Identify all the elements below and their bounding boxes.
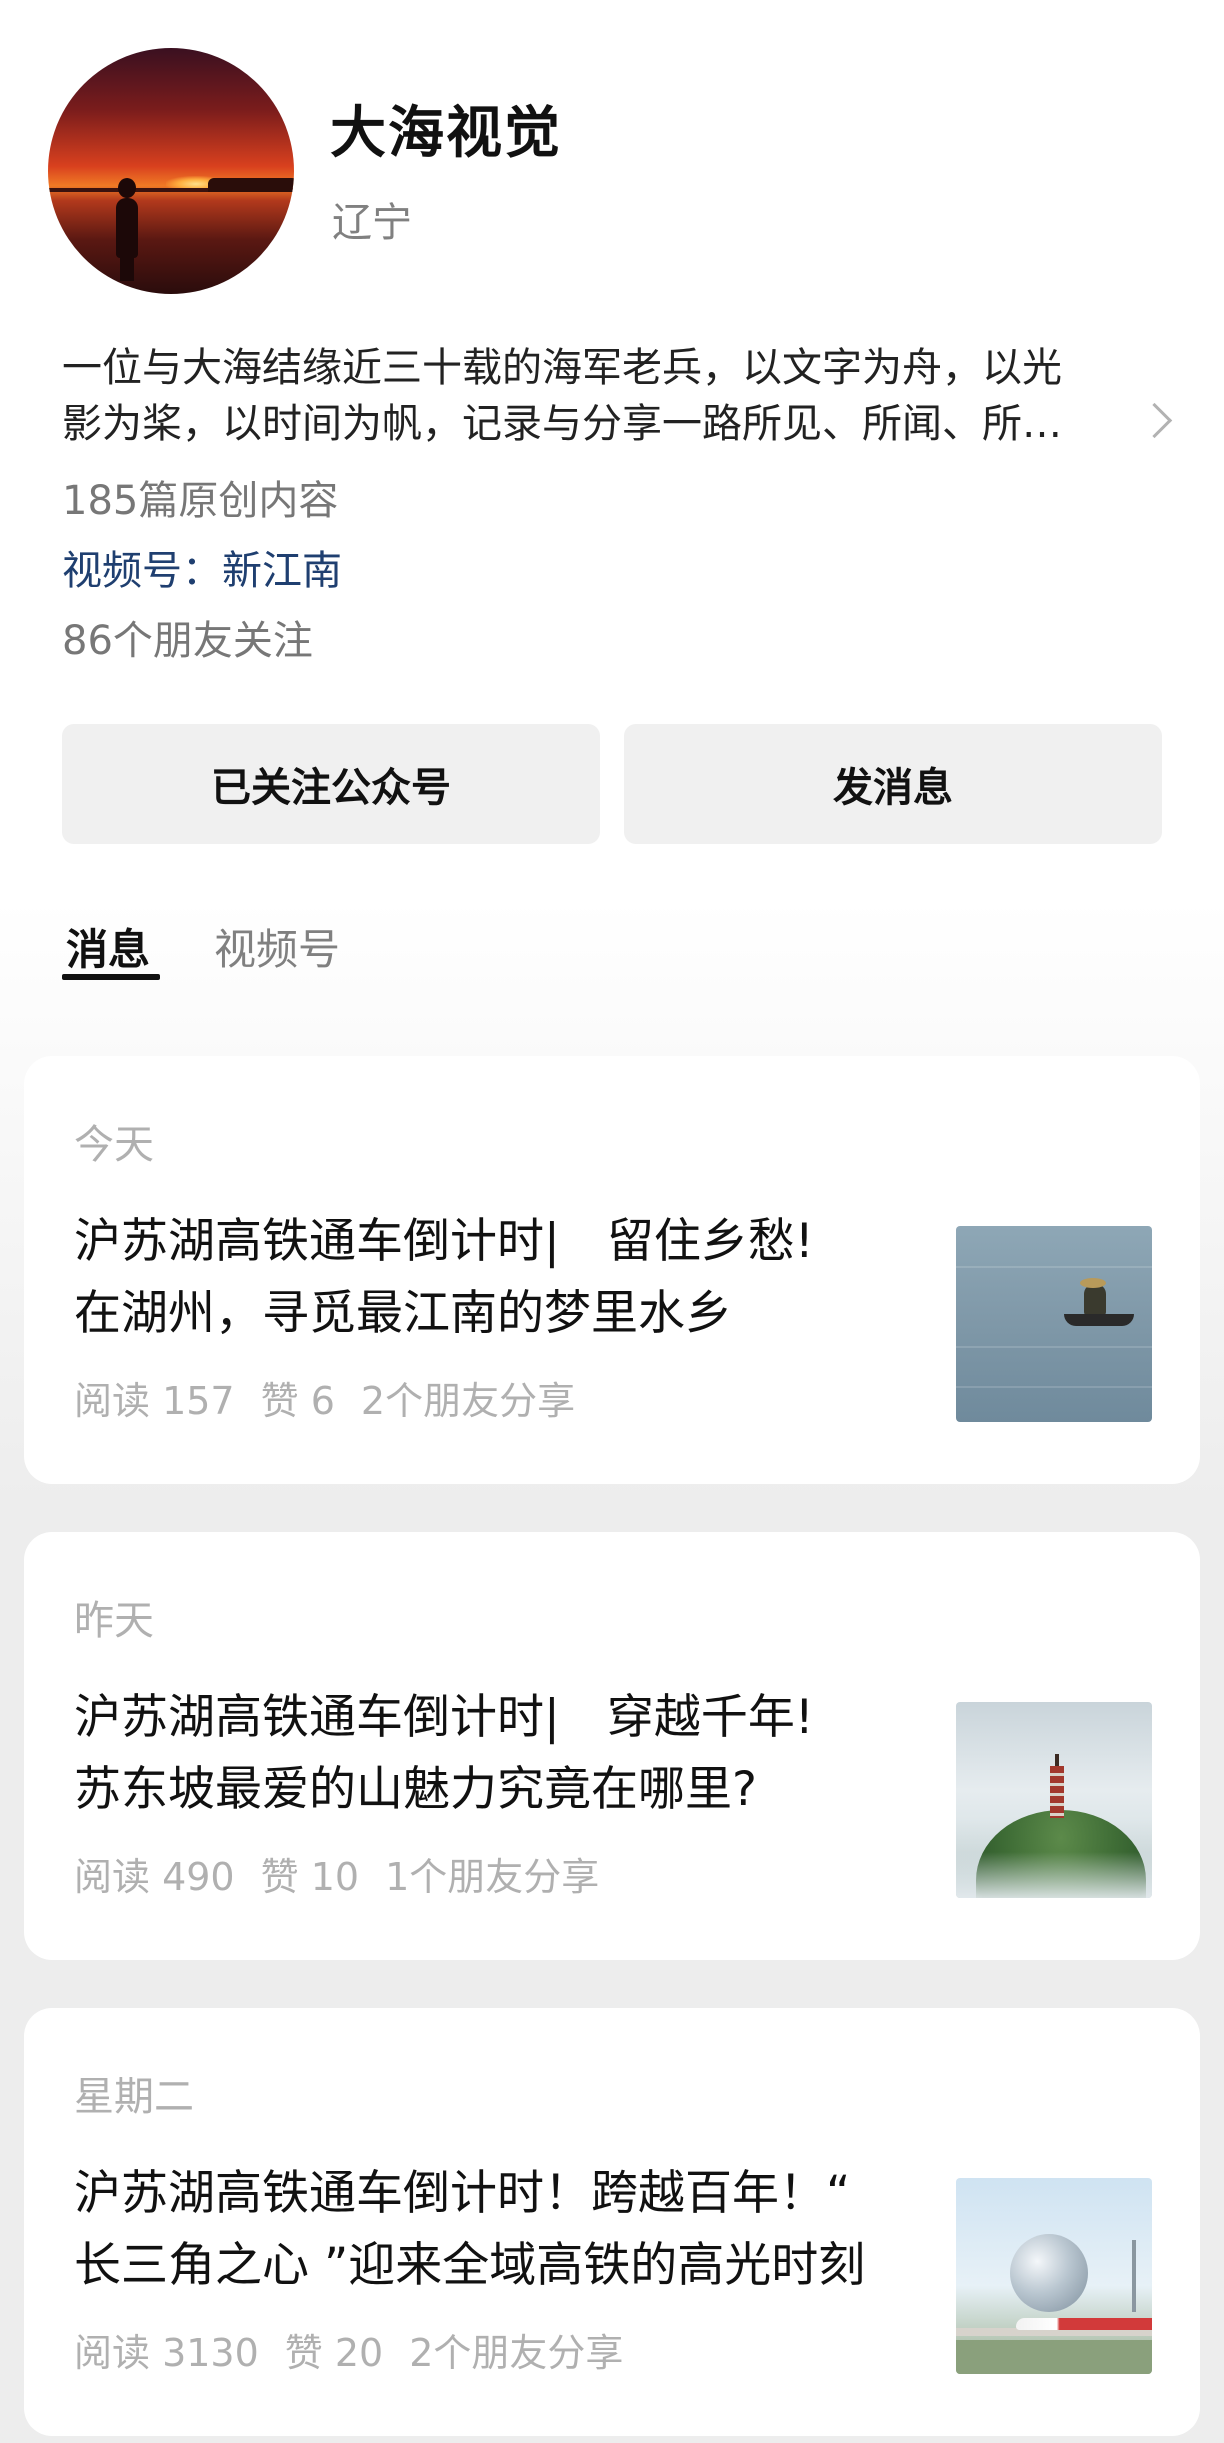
article-card[interactable]: 今天 沪苏湖高铁通车倒计时| 留住乡愁! 在湖州，寻觅最江南的梦里水乡 阅读 1…: [24, 1056, 1200, 1484]
water-ripple: [956, 1266, 1152, 1268]
article-title[interactable]: 沪苏湖高铁通车倒计时| 留住乡愁! 在湖州，寻觅最江南的梦里水乡: [74, 1206, 944, 1350]
send-message-button[interactable]: 发消息: [624, 724, 1162, 844]
sphere-building-shape: [1010, 2234, 1088, 2312]
avatar-figure-legs: [120, 253, 134, 281]
read-count: 阅读 157: [74, 1379, 235, 1423]
article-title-line-2: 在湖州，寻觅最江南的梦里水乡: [74, 1286, 732, 1341]
like-count: 赞 6: [260, 1379, 335, 1423]
article-title[interactable]: 沪苏湖高铁通车倒计时| 穿越千年! 苏东坡最爱的山魅力究竟在哪里?: [74, 1682, 944, 1826]
article-card[interactable]: 星期二 沪苏湖高铁通车倒计时！跨越百年！“ 长三角之心 ”迎来全域高铁的高光时刻…: [24, 2008, 1200, 2436]
fisherman-hat: [1080, 1278, 1106, 1288]
article-title-line-1: 沪苏湖高铁通车倒计时！跨越百年！“: [74, 2166, 851, 2221]
read-count: 阅读 3130: [74, 2331, 259, 2375]
boat-shape: [1064, 1314, 1134, 1326]
grass-shape: [956, 2340, 1152, 2374]
channel-link[interactable]: 视频号：新江南: [62, 538, 342, 596]
description-line-2: 影为桨，以时间为帆，记录与分享一路所见、所闻、所…: [62, 401, 1062, 447]
account-region: 辽宁: [332, 200, 412, 246]
article-thumbnail[interactable]: [956, 1702, 1152, 1898]
description-line-1: 一位与大海结缘近三十载的海军老兵，以文字为舟，以光: [62, 345, 1062, 391]
article-title-line-1: 沪苏湖高铁通车倒计时| 留住乡愁!: [74, 1214, 814, 1269]
avatar-figure-body: [116, 198, 138, 258]
water-ripple: [956, 1346, 1152, 1348]
article-stats: 阅读 157 赞 6 2个朋友分享: [74, 1370, 601, 1425]
article-title-line-1: 沪苏湖高铁通车倒计时| 穿越千年!: [74, 1690, 814, 1745]
article-date: 今天: [74, 1122, 154, 1168]
friends-following[interactable]: 86个朋友关注: [62, 608, 313, 666]
like-count: 赞 10: [260, 1855, 360, 1899]
article-card[interactable]: 昨天 沪苏湖高铁通车倒计时| 穿越千年! 苏东坡最爱的山魅力究竟在哪里? 阅读 …: [24, 1532, 1200, 1960]
article-title-line-2: 长三角之心 ”迎来全域高铁的高光时刻: [74, 2238, 866, 2293]
read-count: 阅读 490: [74, 1855, 235, 1899]
article-thumbnail[interactable]: [956, 1226, 1152, 1422]
train-shape: [1016, 2318, 1152, 2330]
account-name: 大海视觉: [330, 101, 562, 166]
article-date: 星期二: [74, 2074, 194, 2120]
active-tab-indicator: [62, 974, 160, 980]
tab-channels[interactable]: 视频号: [214, 916, 340, 977]
tower-shape: [1132, 2240, 1136, 2312]
water-ripple: [956, 1386, 1152, 1388]
tab-messages[interactable]: 消息: [66, 916, 150, 977]
article-date: 昨天: [74, 1598, 154, 1644]
avatar-island: [208, 178, 294, 192]
followed-button[interactable]: 已关注公众号: [62, 724, 600, 844]
article-stats: 阅读 490 赞 10 1个朋友分享: [74, 1846, 625, 1901]
friend-share-count: 2个朋友分享: [409, 2331, 624, 2375]
like-count: 赞 20: [284, 2331, 384, 2375]
avatar[interactable]: [48, 48, 294, 294]
article-title[interactable]: 沪苏湖高铁通车倒计时！跨越百年！“ 长三角之心 ”迎来全域高铁的高光时刻: [74, 2158, 944, 2302]
channel-name: 新江南: [222, 548, 342, 594]
mist-overlay: [956, 1852, 1152, 1898]
article-title-line-2: 苏东坡最爱的山魅力究竟在哪里?: [74, 1762, 757, 1817]
article-thumbnail[interactable]: [956, 2178, 1152, 2374]
channel-label: 视频号：: [62, 548, 222, 594]
account-description[interactable]: 一位与大海结缘近三十载的海军老兵，以文字为舟，以光 影为桨，以时间为帆，记录与分…: [62, 340, 1152, 452]
friend-share-count: 2个朋友分享: [360, 1379, 576, 1423]
original-content-count[interactable]: 185篇原创内容: [62, 468, 338, 526]
pagoda-shape: [1050, 1766, 1064, 1818]
avatar-figure-head: [118, 178, 136, 198]
article-stats: 阅读 3130 赞 20 2个朋友分享: [74, 2322, 649, 2377]
fisherman-figure: [1084, 1284, 1106, 1316]
friend-share-count: 1个朋友分享: [385, 1855, 600, 1899]
